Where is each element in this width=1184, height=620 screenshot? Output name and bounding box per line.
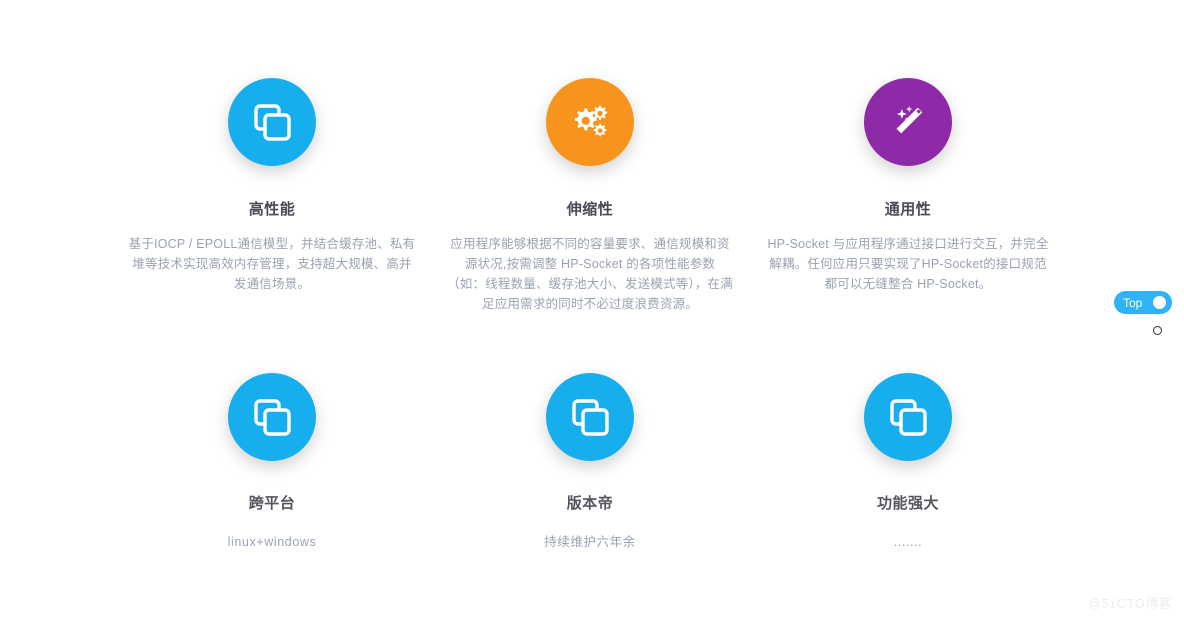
feature-title: 通用性 <box>884 201 932 218</box>
back-to-top-button[interactable]: Top <box>1114 291 1172 314</box>
feature-title: 功能强大 <box>876 495 939 512</box>
clone-icon-badge <box>546 373 634 461</box>
feature-description: linux+windows <box>227 535 317 549</box>
magic-wand-icon-badge <box>864 78 952 166</box>
feature-title: 伸缩性 <box>566 201 614 218</box>
feature-description: 持续维护六年余 <box>544 535 636 549</box>
clone-icon <box>890 399 927 436</box>
clone-icon-badge <box>228 373 316 461</box>
clone-icon <box>572 399 609 436</box>
gears-icon-badge <box>546 78 634 166</box>
scroll-indicator-dot-icon[interactable] <box>1153 326 1162 335</box>
page-root: 高性能 基于IOCP / EPOLL通信模型，并结合缓存池、私有堆等技术实现高效… <box>0 0 1184 620</box>
feature-card-powerful: 功能强大 ....... <box>748 373 1068 552</box>
gears-icon <box>574 105 608 137</box>
magic-wand-icon <box>896 106 923 134</box>
watermark: @51CTO博客 <box>1087 596 1172 611</box>
feature-card-universality: 通用性 HP-Socket 与应用程序通过接口进行交互，并完全解耦。任何应用只要… <box>748 78 1068 294</box>
feature-description: 应用程序能够根据不同的容量要求、通信规模和资源状况,按需调整 HP-Socket… <box>447 237 733 311</box>
feature-description: ....... <box>893 535 923 549</box>
feature-title: 高性能 <box>248 201 296 218</box>
feature-card-cross-platform: 跨平台 linux+windows <box>112 373 432 552</box>
back-to-top-knob-icon <box>1153 296 1166 309</box>
feature-title: 版本帝 <box>566 495 614 512</box>
feature-card-version: 版本帝 持续维护六年余 <box>430 373 750 552</box>
feature-grid: 高性能 基于IOCP / EPOLL通信模型，并结合缓存池、私有堆等技术实现高效… <box>112 0 1072 620</box>
feature-description: HP-Socket 与应用程序通过接口进行交互，并完全解耦。任何应用只要实现了H… <box>767 237 1049 291</box>
feature-card-scalability: 伸缩性 应用程序能够根据不同的容量要求、通信规模和资源状况,按需调整 HP-So… <box>430 78 750 314</box>
clone-icon <box>254 104 291 141</box>
clone-icon-badge <box>228 78 316 166</box>
feature-title: 跨平台 <box>248 495 296 512</box>
feature-description: 基于IOCP / EPOLL通信模型，并结合缓存池、私有堆等技术实现高效内存管理… <box>128 237 416 291</box>
clone-icon-badge <box>864 373 952 461</box>
clone-icon <box>254 399 291 436</box>
feature-card-high-performance: 高性能 基于IOCP / EPOLL通信模型，并结合缓存池、私有堆等技术实现高效… <box>112 78 432 294</box>
back-to-top-label: Top <box>1123 295 1143 310</box>
